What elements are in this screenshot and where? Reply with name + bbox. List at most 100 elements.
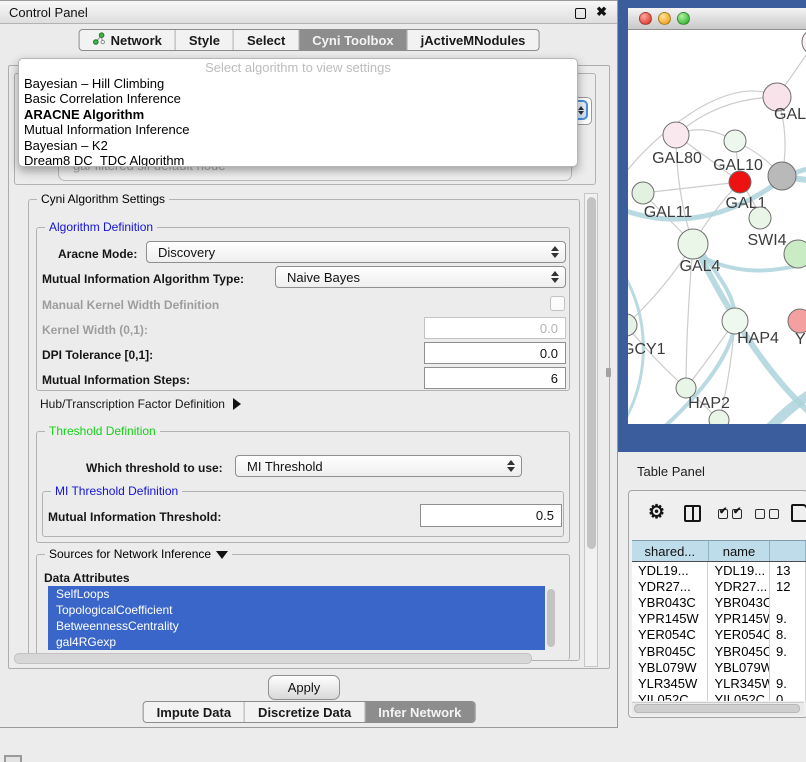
algorithm-option[interactable]: Basic Correlation Inference <box>19 91 577 106</box>
float-window-icon[interactable] <box>575 8 586 19</box>
application-root: Control Panel ✖ NetworkStyle Select Cyni T… <box>0 0 806 762</box>
tab-impute-data[interactable]: Impute Data <box>144 702 244 722</box>
mi-steps-field[interactable]: 6 <box>424 367 566 389</box>
table-cell: YBR045C <box>632 643 708 659</box>
panel-splitter-handle[interactable] <box>606 368 611 377</box>
table-row[interactable]: YDR27...YDR27...12 <box>632 578 806 594</box>
sources-legend[interactable]: Sources for Network Inference <box>45 547 232 562</box>
tab-network[interactable]: Network <box>80 30 175 50</box>
mi-threshold-field[interactable]: 0.5 <box>420 504 562 527</box>
dock-panel-icon[interactable] <box>4 755 22 762</box>
data-attribute-item[interactable]: gal4RGexp <box>48 634 545 650</box>
network-node-swi4[interactable] <box>749 207 771 229</box>
tab-label: Select <box>247 33 285 48</box>
node-table: shared...nameYDL19...YDL19...13YDR27...Y… <box>632 540 806 701</box>
network-node[interactable] <box>784 240 806 268</box>
table-cell: YIL052C <box>632 692 708 702</box>
manual-kernel-width-checkbox[interactable] <box>550 296 565 311</box>
network-window-titlebar[interactable] <box>628 8 806 30</box>
network-node[interactable] <box>768 162 796 190</box>
gear-icon[interactable]: ⚙ <box>648 503 665 522</box>
dpi-tolerance-label: DPI Tolerance [0,1]: <box>42 348 153 362</box>
network-icon <box>93 32 106 48</box>
network-node-gal80[interactable] <box>663 122 689 148</box>
data-attribute-item[interactable]: TopologicalCoefficient <box>48 602 545 618</box>
tab-discretize-data[interactable]: Discretize Data <box>244 702 364 722</box>
node-label: HAP4 <box>737 330 779 347</box>
table-row[interactable]: YIL052CYIL052C0. <box>632 692 806 702</box>
apply-label: Apply <box>288 680 321 695</box>
table-header-row: shared...name <box>632 540 806 562</box>
new-table-icon[interactable] <box>791 504 806 522</box>
tab-select[interactable]: Select <box>233 30 298 50</box>
network-node-gal11[interactable] <box>632 182 654 204</box>
which-threshold-combo[interactable]: MI Threshold <box>235 455 522 477</box>
algorithm-option[interactable]: Dream8 DC_TDC Algorithm <box>19 153 577 167</box>
table-cell <box>770 594 806 610</box>
apply-button[interactable]: Apply <box>268 675 340 700</box>
zoom-button[interactable] <box>677 12 690 25</box>
select-all-checkboxes-icon[interactable] <box>718 509 742 519</box>
table-cell: 9. <box>770 675 806 691</box>
split-columns-icon[interactable] <box>684 505 701 522</box>
table-cell: YBR043C <box>632 594 708 610</box>
control-panel-titlebar[interactable]: Control Panel ✖ <box>0 1 617 24</box>
table-cell: YDR27... <box>632 578 708 594</box>
tab-cyni-toolbox[interactable]: Cyni Toolbox <box>298 30 406 50</box>
table-row[interactable]: YDL19...YDL19...13 <box>632 562 806 578</box>
tab-jactivemnodules[interactable]: jActiveMNodules <box>407 30 539 50</box>
algorithm-option[interactable]: Bayesian – K2 <box>19 138 577 153</box>
settings-vscrollbar-thumb[interactable] <box>587 197 596 549</box>
algorithm-option[interactable]: Mutual Information Inference <box>19 122 577 137</box>
node-label: GAL80 <box>652 150 702 167</box>
hub-definition-expander[interactable]: Hub/Transcription Factor Definition <box>40 397 241 411</box>
expand-right-icon <box>233 398 241 410</box>
tab-style[interactable]: Style <box>175 30 233 50</box>
tab-label: Cyni Toolbox <box>312 33 393 48</box>
table-row[interactable]: YBR045CYBR045C9. <box>632 643 806 659</box>
data-attribute-item[interactable]: SelfLoops <box>48 586 545 602</box>
table-row[interactable]: YER054CYER054C8. <box>632 627 806 643</box>
deselect-all-checkboxes-icon[interactable] <box>755 509 779 519</box>
network-node-y[interactable] <box>788 309 806 333</box>
table-hscrollbar-thumb[interactable] <box>634 704 800 713</box>
cyni-settings-legend: Cyni Algorithm Settings <box>37 192 169 207</box>
column-header[interactable] <box>770 541 806 561</box>
algorithm-option[interactable]: Bayesian – Hill Climbing <box>19 76 577 91</box>
table-row[interactable]: YPR145WYPR145W9. <box>632 611 806 627</box>
settings-hscrollbar[interactable] <box>14 653 532 664</box>
network-node-gcy1[interactable] <box>628 314 637 336</box>
table-row[interactable]: YLR345WYLR345W9. <box>632 675 806 691</box>
network-node[interactable] <box>802 30 806 55</box>
network-node-gal4[interactable] <box>678 229 708 259</box>
mi-threshold-value: 0.5 <box>536 508 554 523</box>
algorithm-option[interactable]: ARACNE Algorithm <box>19 107 577 122</box>
close-panel-icon[interactable]: ✖ <box>596 4 607 20</box>
network-node[interactable] <box>709 410 729 424</box>
which-threshold-value: MI Threshold <box>247 459 323 474</box>
mi-steps-label: Mutual Information Steps: <box>42 373 190 387</box>
data-attribute-item[interactable]: BetweennessCentrality <box>48 618 545 634</box>
dpi-tolerance-field[interactable]: 0.0 <box>424 342 566 364</box>
panel-title: Control Panel <box>9 5 88 20</box>
mi-algorithm-type-combo[interactable]: Naive Bayes <box>275 266 566 288</box>
node-label: SWI4 <box>747 232 786 249</box>
node-label: HAP2 <box>688 395 730 412</box>
tab-infer-network[interactable]: Infer Network <box>364 702 474 722</box>
network-node-gal10[interactable] <box>724 130 746 152</box>
attr-list-scrollbar[interactable] <box>547 589 555 647</box>
mi-algorithm-type-value: Naive Bayes <box>287 270 360 285</box>
table-cell: 9. <box>770 611 806 627</box>
aracne-mode-combo[interactable]: Discovery <box>146 241 566 263</box>
kernel-width-field[interactable]: 0.0 <box>424 317 566 339</box>
minimize-button[interactable] <box>658 12 671 25</box>
network-canvas[interactable]: GALGAL80GAL10GAL1GAL11SWI4GAL4GCY1HAP4YH… <box>628 30 806 424</box>
table-row[interactable]: YBL079WYBL079W <box>632 659 806 675</box>
network-canvas-wrap[interactable]: GALGAL80GAL10GAL1GAL11SWI4GAL4GCY1HAP4YH… <box>628 30 806 424</box>
column-header[interactable]: shared... <box>632 541 709 561</box>
column-header[interactable]: name <box>709 541 771 561</box>
table-cell: YDL19... <box>632 562 708 578</box>
close-button[interactable] <box>639 12 652 25</box>
network-node-gal1[interactable] <box>729 171 751 193</box>
table-row[interactable]: YBR043CYBR043C <box>632 594 806 610</box>
